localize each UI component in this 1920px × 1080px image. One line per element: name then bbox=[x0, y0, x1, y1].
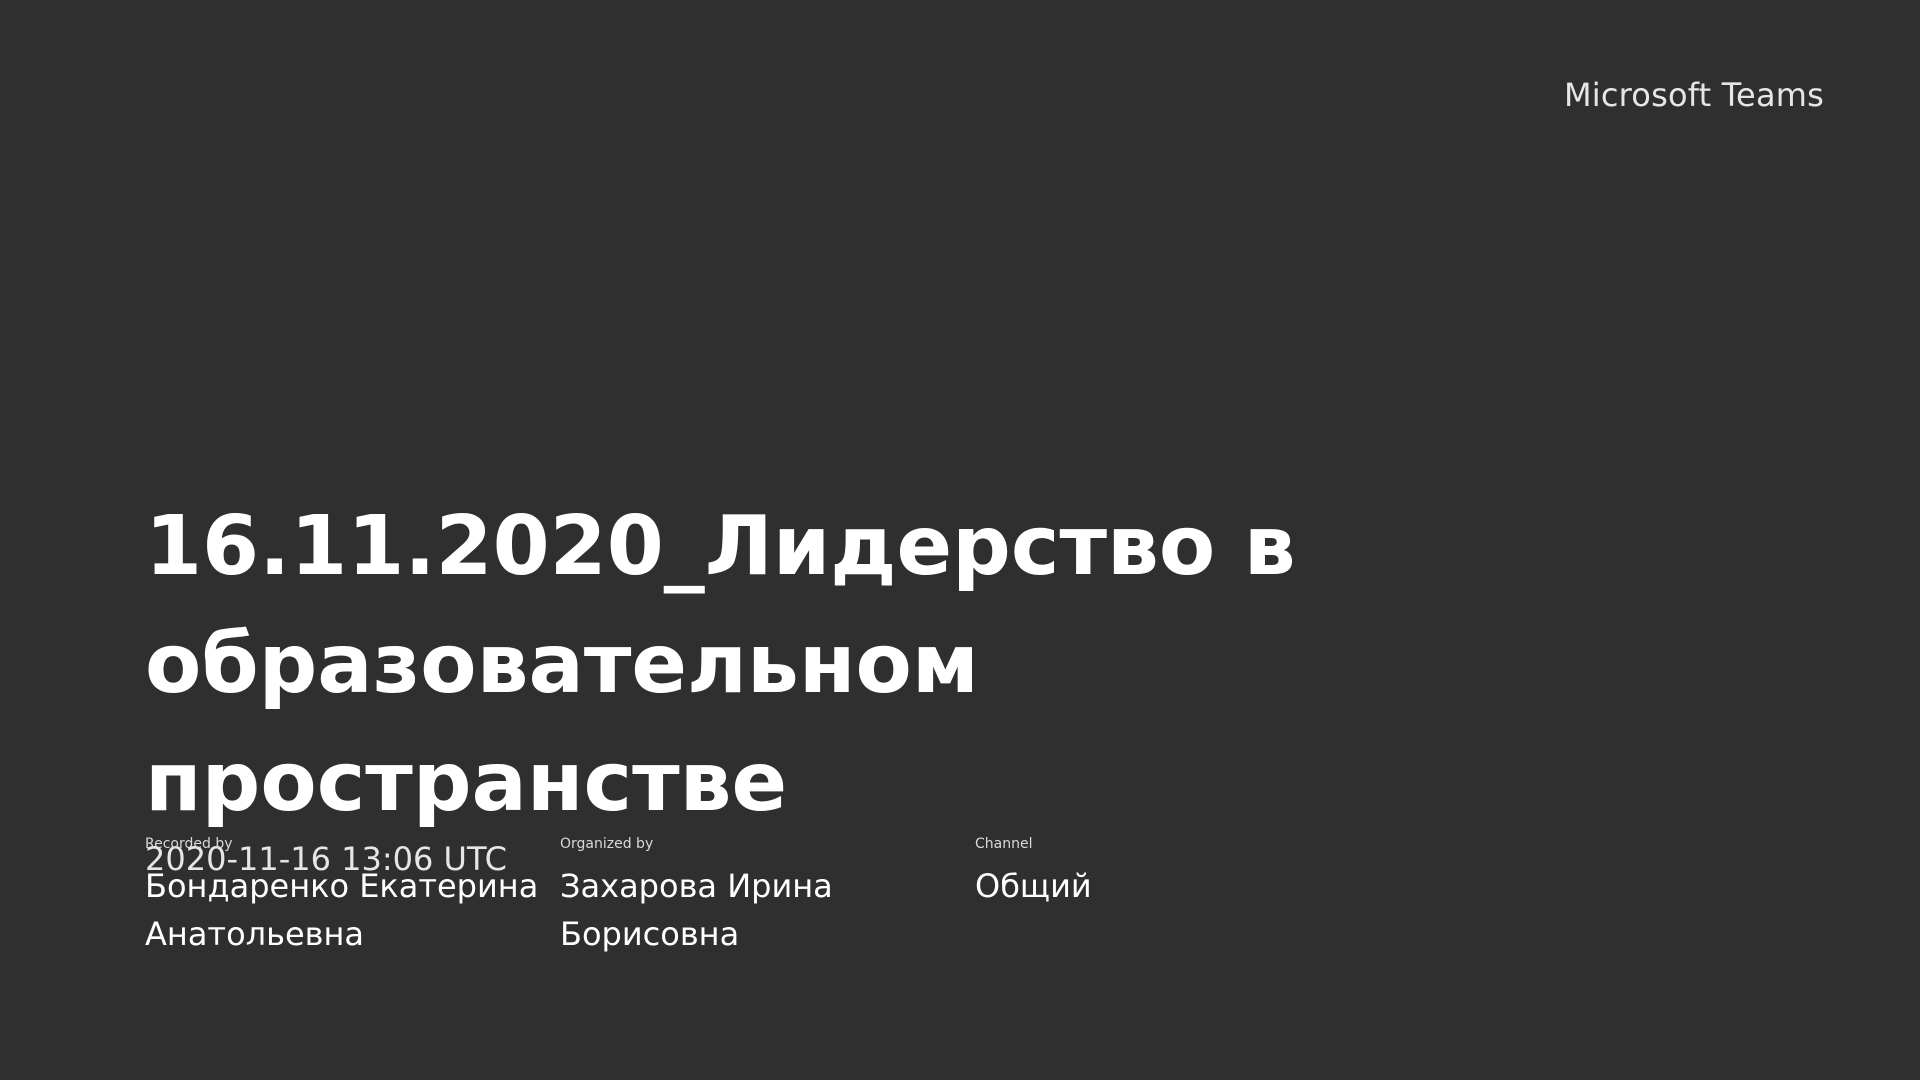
microsoft-teams-brand: Microsoft Teams bbox=[1563, 76, 1824, 114]
recording-title: 16.11.2020_Лидерство в образовательном п… bbox=[145, 499, 1296, 830]
organized-by-section: Organized by Захарова Ирина Борисовна bbox=[560, 836, 975, 958]
recording-title-card: Microsoft Teams 16.11.2020_Лидерство в о… bbox=[0, 0, 1920, 1080]
organized-by-value: Захарова Ирина Борисовна bbox=[560, 867, 833, 953]
recorded-by-section: Recorded by Бондаренко Екатерина Анатоль… bbox=[145, 836, 560, 958]
recording-metadata: Recorded by Бондаренко Екатерина Анатоль… bbox=[145, 836, 1390, 958]
organized-by-label: Organized by bbox=[560, 836, 654, 852]
channel-value: Общий bbox=[975, 867, 1092, 905]
recorded-by-value: Бондаренко Екатерина Анатольевна bbox=[145, 867, 539, 953]
title-block: 16.11.2020_Лидерство в образовательном п… bbox=[145, 488, 1565, 878]
channel-section: Channel Общий bbox=[975, 836, 1390, 958]
recorded-by-label: Recorded by bbox=[145, 836, 233, 852]
channel-label: Channel bbox=[975, 836, 1033, 852]
